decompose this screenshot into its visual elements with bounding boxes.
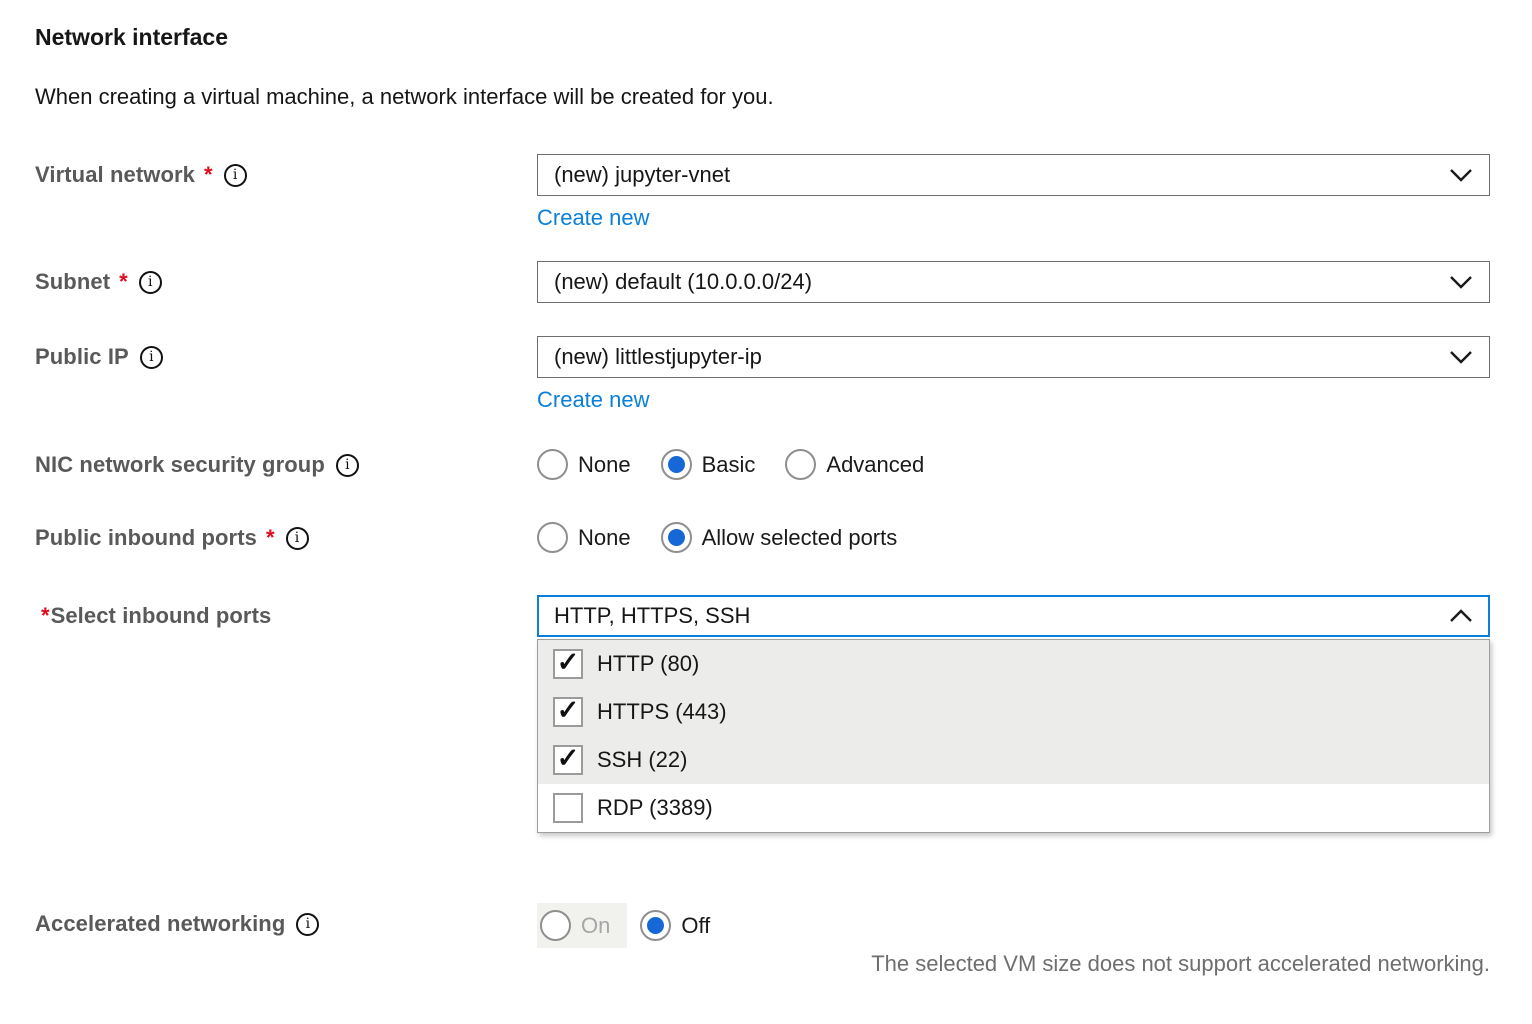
inbound-port-option-rdp[interactable]: RDP (3389) — [538, 784, 1489, 832]
nic-nsg-label-group: NIC network security group i — [35, 449, 537, 478]
option-label: HTTP (80) — [597, 651, 699, 677]
inbound-port-option-ssh[interactable]: ✓ SSH (22) — [538, 736, 1489, 784]
subnet-value: (new) default (10.0.0.0/24) — [554, 269, 812, 295]
field-row-subnet: Subnet * i (new) default (10.0.0.0/24) — [35, 261, 1490, 303]
field-row-accelerated-networking: Accelerated networking i On Off — [35, 903, 1490, 948]
accelerated-networking-note: The selected VM size does not support ac… — [35, 951, 1490, 977]
radio-circle-selected-icon — [661, 449, 692, 480]
field-row-select-inbound-ports: * Select inbound ports HTTP, HTTPS, SSH … — [35, 595, 1490, 833]
radio-circle-disabled-icon — [540, 910, 571, 941]
subnet-select[interactable]: (new) default (10.0.0.0/24) — [537, 261, 1490, 303]
select-inbound-ports-combobox[interactable]: HTTP, HTTPS, SSH — [537, 595, 1490, 637]
public-inbound-ports-label-group: Public inbound ports * i — [35, 522, 537, 551]
virtual-network-value: (new) jupyter-vnet — [554, 162, 730, 188]
radio-label: Basic — [702, 452, 756, 478]
radio-circle-icon — [537, 449, 568, 480]
checkmark-icon: ✓ — [557, 697, 580, 724]
accelerated-networking-radio-off[interactable]: Off — [640, 910, 710, 941]
radio-label: None — [578, 525, 631, 551]
virtual-network-label: Virtual network — [35, 162, 195, 188]
nic-nsg-radio-advanced[interactable]: Advanced — [785, 449, 924, 480]
field-row-public-ip: Public IP i (new) littlestjupyter-ip Cre… — [35, 336, 1490, 413]
create-new-public-ip-link[interactable]: Create new — [537, 387, 650, 413]
radio-circle-icon — [785, 449, 816, 480]
required-asterisk: * — [119, 269, 128, 295]
checkmark-icon: ✓ — [557, 649, 580, 676]
radio-label: Advanced — [826, 452, 924, 478]
field-row-public-inbound-ports: Public inbound ports * i None Allow sele… — [35, 522, 1490, 553]
radio-circle-icon — [537, 522, 568, 553]
chevron-down-icon — [1449, 275, 1473, 289]
subnet-label-group: Subnet * i — [35, 261, 537, 295]
create-new-virtual-network-link[interactable]: Create new — [537, 205, 650, 231]
public-ip-value: (new) littlestjupyter-ip — [554, 344, 762, 370]
radio-label: None — [578, 452, 631, 478]
radio-label: On — [581, 913, 610, 939]
accelerated-networking-radio-on: On — [540, 910, 610, 941]
virtual-network-select[interactable]: (new) jupyter-vnet — [537, 154, 1490, 196]
checkbox-unchecked-icon[interactable] — [553, 793, 583, 823]
disabled-option-chip: On — [537, 903, 627, 948]
chevron-down-icon — [1449, 350, 1473, 364]
checkbox-checked-icon[interactable]: ✓ — [553, 697, 583, 727]
checkbox-checked-icon[interactable]: ✓ — [553, 745, 583, 775]
public-ip-label-group: Public IP i — [35, 336, 537, 370]
public-inbound-ports-label: Public inbound ports — [35, 525, 257, 551]
radio-label: Off — [681, 913, 710, 939]
radio-circle-selected-icon — [640, 910, 671, 941]
accelerated-networking-label: Accelerated networking — [35, 911, 285, 937]
field-row-nic-nsg: NIC network security group i None Basic … — [35, 449, 1490, 480]
required-asterisk: * — [266, 525, 275, 551]
select-inbound-ports-label: Select inbound ports — [51, 603, 272, 629]
nic-nsg-radio-group: None Basic Advanced — [537, 449, 1490, 480]
checkbox-checked-icon[interactable]: ✓ — [553, 649, 583, 679]
radio-circle-selected-icon — [661, 522, 692, 553]
accelerated-networking-toggle: On Off — [537, 903, 1490, 948]
nic-nsg-label: NIC network security group — [35, 452, 325, 478]
chevron-up-icon — [1449, 609, 1473, 623]
option-label: HTTPS (443) — [597, 699, 727, 725]
field-row-virtual-network: Virtual network * i (new) jupyter-vnet C… — [35, 154, 1490, 231]
checkmark-icon: ✓ — [557, 745, 580, 772]
info-icon[interactable]: i — [139, 271, 162, 294]
info-icon[interactable]: i — [286, 527, 309, 550]
select-inbound-ports-value: HTTP, HTTPS, SSH — [554, 603, 750, 629]
public-inbound-ports-radio-none[interactable]: None — [537, 522, 631, 553]
public-ip-select[interactable]: (new) littlestjupyter-ip — [537, 336, 1490, 378]
chevron-down-icon — [1449, 168, 1473, 182]
subnet-label: Subnet — [35, 269, 110, 295]
required-asterisk: * — [204, 162, 213, 188]
virtual-network-label-group: Virtual network * i — [35, 154, 537, 188]
inbound-ports-listbox: ✓ HTTP (80) ✓ HTTPS (443) ✓ SSH (22) RDP… — [537, 639, 1490, 833]
radio-label: Allow selected ports — [702, 525, 898, 551]
required-asterisk: * — [41, 603, 50, 629]
accelerated-networking-label-group: Accelerated networking i — [35, 903, 537, 937]
nic-nsg-radio-basic[interactable]: Basic — [661, 449, 756, 480]
inbound-port-option-http[interactable]: ✓ HTTP (80) — [538, 640, 1489, 688]
select-inbound-ports-label-group: * Select inbound ports — [35, 595, 537, 629]
option-label: RDP (3389) — [597, 795, 713, 821]
option-label: SSH (22) — [597, 747, 687, 773]
public-inbound-ports-radio-group: None Allow selected ports — [537, 522, 1490, 553]
page-title: Network interface — [35, 24, 1490, 51]
info-icon[interactable]: i — [224, 164, 247, 187]
public-inbound-ports-radio-allow-selected[interactable]: Allow selected ports — [661, 522, 898, 553]
inbound-port-option-https[interactable]: ✓ HTTPS (443) — [538, 688, 1489, 736]
info-icon[interactable]: i — [296, 913, 319, 936]
info-icon[interactable]: i — [140, 346, 163, 369]
nic-nsg-radio-none[interactable]: None — [537, 449, 631, 480]
info-icon[interactable]: i — [336, 454, 359, 477]
page-description: When creating a virtual machine, a netwo… — [35, 84, 1490, 110]
public-ip-label: Public IP — [35, 344, 129, 370]
